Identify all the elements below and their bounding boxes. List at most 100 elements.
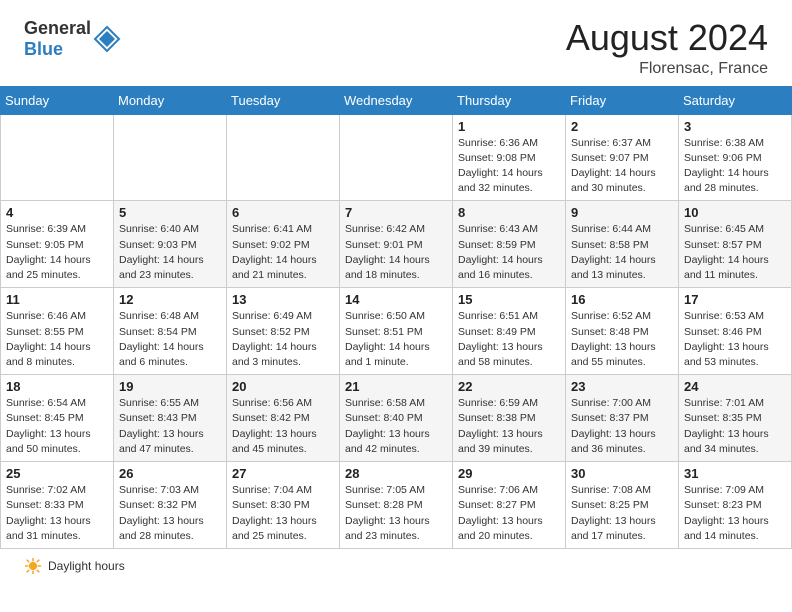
calendar-day-cell: 1Sunrise: 6:36 AM Sunset: 9:08 PM Daylig… <box>453 114 566 201</box>
day-number: 19 <box>119 379 221 394</box>
day-number: 26 <box>119 466 221 481</box>
day-number: 8 <box>458 205 560 220</box>
calendar-week-row: 25 Sunrise: 7:02 AM Sunset: 8:33 PM Dayli… <box>1 462 792 549</box>
day-info: Sunrise: 7:09 AM Sunset: 8:23 PM Dayligh… <box>684 484 769 542</box>
day-number: 28 <box>345 466 447 481</box>
day-info: Sunrise: 6:41 AM Sunset: 9:02 PM Dayligh… <box>232 223 317 281</box>
day-number: 31 <box>684 466 786 481</box>
calendar-day-cell: 15 Sunrise: 6:51 AM Sunset: 8:49 PM Dayli… <box>453 288 566 375</box>
calendar-day-cell: 28 Sunrise: 7:05 AM Sunset: 8:28 PM Dayli… <box>340 462 453 549</box>
calendar-week-row: 18Sunrise: 6:54 AM Sunset: 8:45 PM Dayli… <box>1 375 792 462</box>
day-info: Sunrise: 7:04 AM Sunset: 8:30 PM Dayligh… <box>232 484 317 542</box>
day-info: Sunrise: 6:43 AM Sunset: 8:59 PM Dayligh… <box>458 223 543 281</box>
calendar-day-cell: 12 Sunrise: 6:48 AM Sunset: 8:54 PM Dayli… <box>114 288 227 375</box>
calendar-weekday-header: Tuesday <box>227 86 340 114</box>
day-number: 27 <box>232 466 334 481</box>
day-info: Sunrise: 6:48 AM Sunset: 8:54 PM Dayligh… <box>119 310 204 368</box>
calendar-day-cell: 23 Sunrise: 7:00 AM Sunset: 8:37 PM Dayli… <box>566 375 679 462</box>
day-info: Sunrise: 6:51 AM Sunset: 8:49 PM Dayligh… <box>458 310 543 368</box>
calendar-day-cell: 20 Sunrise: 6:56 AM Sunset: 8:42 PM Dayli… <box>227 375 340 462</box>
day-number: 12 <box>119 292 221 307</box>
day-number: 13 <box>232 292 334 307</box>
calendar-week-row: 4 Sunrise: 6:39 AM Sunset: 9:05 PM Daylig… <box>1 201 792 288</box>
page-header: General Blue August 2024 Florensac, Fran… <box>0 0 792 86</box>
calendar-day-cell: 19 Sunrise: 6:55 AM Sunset: 8:43 PM Dayli… <box>114 375 227 462</box>
day-info: Sunrise: 7:05 AM Sunset: 8:28 PM Dayligh… <box>345 484 430 542</box>
calendar-day-cell: 26 Sunrise: 7:03 AM Sunset: 8:32 PM Dayli… <box>114 462 227 549</box>
calendar-day-cell: 9 Sunrise: 6:44 AM Sunset: 8:58 PM Daylig… <box>566 201 679 288</box>
day-info: Sunrise: 7:03 AM Sunset: 8:32 PM Dayligh… <box>119 484 204 542</box>
calendar-day-cell: 8 Sunrise: 6:43 AM Sunset: 8:59 PM Daylig… <box>453 201 566 288</box>
month-year: August 2024 <box>566 18 768 58</box>
logo-icon <box>93 25 121 53</box>
calendar-day-cell: 27 Sunrise: 7:04 AM Sunset: 8:30 PM Dayli… <box>227 462 340 549</box>
calendar-day-cell: 18Sunrise: 6:54 AM Sunset: 8:45 PM Dayli… <box>1 375 114 462</box>
day-number: 23 <box>571 379 673 394</box>
day-number: 24 <box>684 379 786 394</box>
calendar-day-cell: 10Sunrise: 6:45 AM Sunset: 8:57 PM Dayli… <box>679 201 792 288</box>
day-number: 4 <box>6 205 108 220</box>
day-info: Sunrise: 6:59 AM Sunset: 8:38 PM Dayligh… <box>458 397 543 455</box>
calendar-day-cell <box>114 114 227 201</box>
title-area: August 2024 Florensac, France <box>566 18 768 78</box>
calendar-day-cell <box>227 114 340 201</box>
day-info: Sunrise: 6:40 AM Sunset: 9:03 PM Dayligh… <box>119 223 204 281</box>
calendar-day-cell <box>340 114 453 201</box>
day-info: Sunrise: 6:44 AM Sunset: 8:58 PM Dayligh… <box>571 223 656 281</box>
day-info: Sunrise: 6:46 AM Sunset: 8:55 PM Dayligh… <box>6 310 91 368</box>
day-info: Sunrise: 7:02 AM Sunset: 8:33 PM Dayligh… <box>6 484 91 542</box>
day-number: 2 <box>571 119 673 134</box>
day-info: Sunrise: 6:56 AM Sunset: 8:42 PM Dayligh… <box>232 397 317 455</box>
day-number: 22 <box>458 379 560 394</box>
calendar-day-cell: 25 Sunrise: 7:02 AM Sunset: 8:33 PM Dayli… <box>1 462 114 549</box>
calendar-day-cell: 4 Sunrise: 6:39 AM Sunset: 9:05 PM Daylig… <box>1 201 114 288</box>
day-number: 9 <box>571 205 673 220</box>
calendar-day-cell: 5 Sunrise: 6:40 AM Sunset: 9:03 PM Daylig… <box>114 201 227 288</box>
day-number: 25 <box>6 466 108 481</box>
day-info: Sunrise: 6:52 AM Sunset: 8:48 PM Dayligh… <box>571 310 656 368</box>
day-info: Sunrise: 6:45 AM Sunset: 8:57 PM Dayligh… <box>684 223 769 281</box>
calendar-day-cell: 24Sunrise: 7:01 AM Sunset: 8:35 PM Dayli… <box>679 375 792 462</box>
day-number: 29 <box>458 466 560 481</box>
location: Florensac, France <box>566 60 768 78</box>
calendar-day-cell: 29 Sunrise: 7:06 AM Sunset: 8:27 PM Dayli… <box>453 462 566 549</box>
day-number: 6 <box>232 205 334 220</box>
calendar-day-cell: 3Sunrise: 6:38 AM Sunset: 9:06 PM Daylig… <box>679 114 792 201</box>
day-number: 30 <box>571 466 673 481</box>
calendar-day-cell: 7 Sunrise: 6:42 AM Sunset: 9:01 PM Daylig… <box>340 201 453 288</box>
calendar-week-row: 1Sunrise: 6:36 AM Sunset: 9:08 PM Daylig… <box>1 114 792 201</box>
calendar-weekday-header: Saturday <box>679 86 792 114</box>
calendar-weekday-header: Thursday <box>453 86 566 114</box>
day-number: 18 <box>6 379 108 394</box>
calendar-day-cell: 11 Sunrise: 6:46 AM Sunset: 8:55 PM Dayli… <box>1 288 114 375</box>
day-number: 3 <box>684 119 786 134</box>
day-number: 5 <box>119 205 221 220</box>
calendar-day-cell: 2Sunrise: 6:37 AM Sunset: 9:07 PM Daylig… <box>566 114 679 201</box>
calendar-day-cell: 31 Sunrise: 7:09 AM Sunset: 8:23 PM Dayli… <box>679 462 792 549</box>
day-info: Sunrise: 6:42 AM Sunset: 9:01 PM Dayligh… <box>345 223 430 281</box>
day-number: 15 <box>458 292 560 307</box>
calendar-day-cell: 30 Sunrise: 7:08 AM Sunset: 8:25 PM Dayli… <box>566 462 679 549</box>
day-info: Sunrise: 6:39 AM Sunset: 9:05 PM Dayligh… <box>6 223 91 281</box>
calendar-weekday-header: Friday <box>566 86 679 114</box>
day-info: Sunrise: 7:06 AM Sunset: 8:27 PM Dayligh… <box>458 484 543 542</box>
logo-general: General <box>24 18 91 38</box>
calendar-day-cell: 21Sunrise: 6:58 AM Sunset: 8:40 PM Dayli… <box>340 375 453 462</box>
calendar-weekday-header: Monday <box>114 86 227 114</box>
logo-blue: Blue <box>24 39 63 59</box>
day-number: 17 <box>684 292 786 307</box>
day-info: Sunrise: 7:00 AM Sunset: 8:37 PM Dayligh… <box>571 397 656 455</box>
day-number: 11 <box>6 292 108 307</box>
day-number: 20 <box>232 379 334 394</box>
calendar-day-cell: 13Sunrise: 6:49 AM Sunset: 8:52 PM Dayli… <box>227 288 340 375</box>
day-number: 21 <box>345 379 447 394</box>
calendar-header-row: SundayMondayTuesdayWednesdayThursdayFrid… <box>1 86 792 114</box>
day-info: Sunrise: 6:55 AM Sunset: 8:43 PM Dayligh… <box>119 397 204 455</box>
day-info: Sunrise: 7:08 AM Sunset: 8:25 PM Dayligh… <box>571 484 656 542</box>
calendar-day-cell: 16Sunrise: 6:52 AM Sunset: 8:48 PM Dayli… <box>566 288 679 375</box>
day-number: 7 <box>345 205 447 220</box>
daylight-label: Daylight hours <box>48 559 125 573</box>
calendar-day-cell: 6 Sunrise: 6:41 AM Sunset: 9:02 PM Daylig… <box>227 201 340 288</box>
calendar-day-cell: 22 Sunrise: 6:59 AM Sunset: 8:38 PM Dayli… <box>453 375 566 462</box>
day-info: Sunrise: 6:53 AM Sunset: 8:46 PM Dayligh… <box>684 310 769 368</box>
